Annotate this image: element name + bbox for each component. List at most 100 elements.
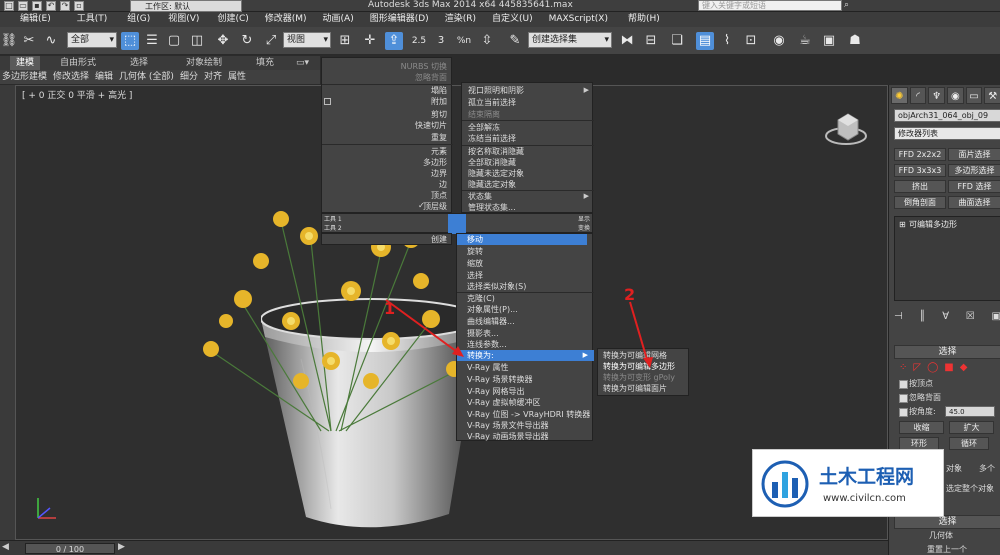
prev-frame-icon[interactable]: ◀ <box>2 542 9 552</box>
ribbon-tab-populate[interactable]: 填充 <box>256 56 274 70</box>
bevel-profile-button[interactable]: 倒角剖面 <box>894 196 946 209</box>
rotate-icon[interactable]: ↻ <box>238 32 256 50</box>
menu-customize[interactable]: 自定义(U) <box>492 12 533 27</box>
quad-unhide-all[interactable]: 全部取消隐藏 <box>468 157 516 168</box>
schematic-view-icon[interactable]: ⊡ <box>742 32 760 50</box>
select-object-icon[interactable]: ⬚ <box>121 32 139 50</box>
loop-button[interactable]: 循环 <box>949 437 989 450</box>
quad-freeze-selection[interactable]: 冻结当前选择 <box>468 133 516 144</box>
keyboard-shortcut-override-icon[interactable]: ⇪ <box>385 32 403 50</box>
quad-viewport-lighting[interactable]: 视口照明和阴影 <box>468 85 524 96</box>
workspace-selector[interactable]: 工作区: 默认 <box>130 0 242 12</box>
pivot-center-icon[interactable]: ⊞ <box>336 32 354 50</box>
configure-sets-icon[interactable]: ▣ <box>992 311 1000 325</box>
quad-collapse[interactable]: 塌陷 <box>431 85 447 96</box>
save-file-icon[interactable]: ▪ <box>32 1 42 11</box>
quad-manage-state-sets[interactable]: 管理状态集... <box>468 202 516 213</box>
quad-edge[interactable]: 边 <box>439 179 447 190</box>
ribbon-tab-modeling[interactable]: 建模 <box>10 56 41 70</box>
by-object-radio[interactable]: 对象 <box>946 463 962 474</box>
quad-cut[interactable]: 剪切 <box>431 109 447 120</box>
shrink-button[interactable]: 收缩 <box>899 421 944 434</box>
material-editor-icon[interactable]: ◉ <box>770 32 788 50</box>
geometry-rollout-label[interactable]: 几何体 <box>929 530 953 541</box>
menu-help[interactable]: 帮助(H) <box>628 12 660 27</box>
snaps-toggle-icon[interactable]: 2.5 <box>410 32 428 50</box>
repeat-last-button[interactable]: 重置上一个 <box>927 544 967 555</box>
grow-button[interactable]: 扩大 <box>949 421 994 434</box>
ffd-select-button[interactable]: FFD 选择 <box>948 180 1000 193</box>
surface-select-button[interactable]: 曲面选择 <box>948 196 1000 209</box>
menu-modifiers[interactable]: 修改器(M) <box>265 12 307 27</box>
move-icon[interactable]: ✥ <box>214 32 232 50</box>
ribbon-polygon-modeling[interactable]: 多边形建模 <box>2 70 47 84</box>
undo-icon[interactable]: ↶ <box>46 1 56 11</box>
ribbon-tab-selection[interactable]: 选择 <box>130 56 148 70</box>
ribbon-geometry-all[interactable]: 几何体 (全部) <box>119 70 174 84</box>
quad-quick-slice[interactable]: 快速切片 <box>415 120 447 131</box>
make-unique-icon[interactable]: ∀ <box>942 311 949 325</box>
named-selection-select[interactable]: 创建选择集 <box>528 32 612 48</box>
stack-item-editable-poly[interactable]: 可编辑多边形 <box>897 219 997 230</box>
layer-manager-icon[interactable]: ❏ <box>668 32 686 50</box>
ribbon-modify-selection[interactable]: 修改选择 <box>53 70 89 84</box>
polygon-mode-icon[interactable]: ■ <box>944 362 953 373</box>
quad-polygon[interactable]: 多边形 <box>423 157 447 168</box>
ffd-222-button[interactable]: FFD 2x2x2 <box>894 148 946 161</box>
scale-icon[interactable]: ⤢ <box>262 32 280 50</box>
ribbon-tab-freeform[interactable]: 自由形式 <box>60 56 96 70</box>
selection-filter-select[interactable]: 全部 <box>67 32 117 48</box>
reference-coordinate-select[interactable]: 视图 <box>283 32 331 48</box>
project-folder-icon[interactable]: ▫ <box>74 1 84 11</box>
rendered-frame-icon[interactable]: ▣ <box>820 32 838 50</box>
unlink-icon[interactable]: ✂ <box>20 32 38 50</box>
multiple-radio[interactable]: 多个 <box>979 463 995 474</box>
selection-bottom-rollout[interactable]: 选择 <box>894 515 1000 529</box>
menu-graph-editors[interactable]: 图形编辑器(D) <box>370 12 429 27</box>
rect-selection-icon[interactable]: ▢ <box>165 32 183 50</box>
quad-border[interactable]: 边界 <box>431 168 447 179</box>
utilities-tab-icon[interactable]: ⚒ <box>984 87 1000 104</box>
quad-element[interactable]: 元素 <box>431 146 447 157</box>
edit-named-selection-icon[interactable]: ✎ <box>506 32 524 50</box>
show-end-result-icon[interactable]: ║ <box>919 311 925 325</box>
by-vertex-checkbox[interactable]: 按顶点 <box>899 378 999 389</box>
edge-mode-icon[interactable]: ◸ <box>913 362 921 373</box>
ribbon-properties[interactable]: 属性 <box>228 70 246 84</box>
link-icon[interactable]: ⛓ <box>0 32 18 50</box>
quad-hide-unselected[interactable]: 隐藏未选定对象 <box>468 168 524 179</box>
percent-snap-icon[interactable]: %n <box>455 32 473 50</box>
quad-vray-scene-exporter[interactable]: V-Ray 场景文件导出器 <box>467 420 548 431</box>
element-mode-icon[interactable]: ◆ <box>960 362 968 373</box>
quad-scale[interactable]: 缩放 <box>467 258 483 269</box>
modifier-stack[interactable]: 可编辑多边形 <box>894 216 1000 301</box>
new-file-icon[interactable]: □ <box>4 1 14 11</box>
menu-group[interactable]: 组(G) <box>127 12 150 27</box>
extrude-button[interactable]: 挤出 <box>894 180 946 193</box>
quad-vertex[interactable]: 顶点 <box>431 190 447 201</box>
quad-vray-bitmap-converter[interactable]: V-Ray 位图 -> VRayHDRI 转换器 <box>467 409 590 420</box>
curve-editor-icon[interactable]: ⌇ <box>718 32 736 50</box>
viewcube-icon[interactable] <box>824 106 869 151</box>
quad-nurbs-toggle[interactable]: NURBS 切换 <box>401 61 447 72</box>
ribbon-align[interactable]: 对齐 <box>204 70 222 84</box>
quad-isolate-selection[interactable]: 孤立当前选择 <box>468 97 516 108</box>
menu-animation[interactable]: 动画(A) <box>323 12 354 27</box>
vertex-mode-icon[interactable]: ⁘ <box>899 362 907 373</box>
redo-icon[interactable]: ↷ <box>60 1 70 11</box>
viewport-label[interactable]: [ + 0 正交 0 平滑 + 高光 ] <box>22 88 132 101</box>
menu-create[interactable]: 创建(C) <box>217 12 248 27</box>
search-icon[interactable]: ⌕ <box>844 0 856 11</box>
menu-views[interactable]: 视图(V) <box>168 12 199 27</box>
ffd-333-button[interactable]: FFD 3x3x3 <box>894 164 946 177</box>
select-by-name-icon[interactable]: ☰ <box>143 32 161 50</box>
next-frame-icon[interactable]: ▶ <box>118 542 125 552</box>
menu-maxscript[interactable]: MAXScript(X) <box>549 12 608 27</box>
quad-center-icon[interactable] <box>448 214 466 234</box>
pin-stack-icon[interactable]: ⊣ <box>894 311 903 325</box>
time-slider[interactable]: 0 / 100 <box>25 543 115 554</box>
quad-rotate[interactable]: 旋转 <box>467 246 483 257</box>
render-setup-icon[interactable]: ☕ <box>796 32 814 50</box>
ribbon-subdivision[interactable]: 细分 <box>180 70 198 84</box>
quad-move[interactable]: 移动 <box>457 234 587 245</box>
